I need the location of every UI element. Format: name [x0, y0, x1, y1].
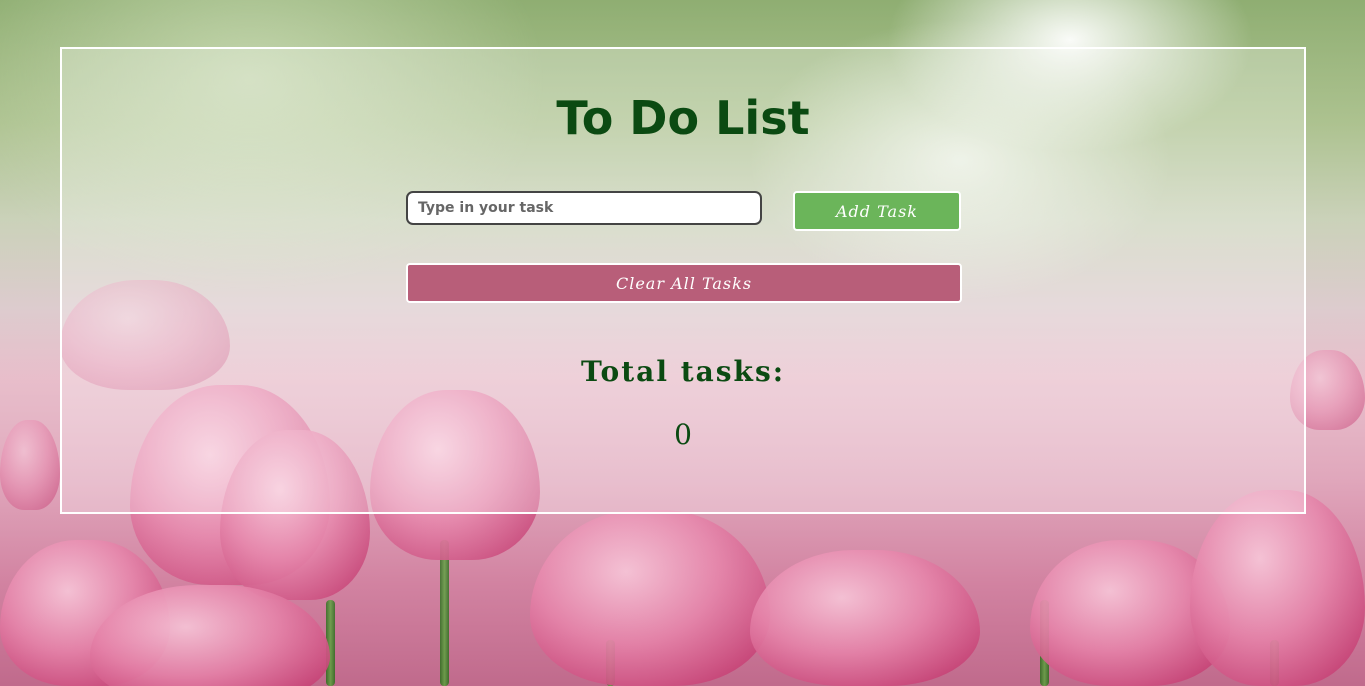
task-input[interactable]	[406, 191, 762, 225]
total-tasks-count: 0	[674, 418, 692, 451]
page-title: To Do List	[556, 91, 810, 145]
todo-panel: To Do List Add Task Clear All Tasks Tota…	[60, 47, 1306, 514]
total-tasks-label: Total tasks:	[580, 355, 786, 388]
add-task-button[interactable]: Add Task	[793, 191, 961, 231]
clear-all-tasks-button[interactable]: Clear All Tasks	[406, 263, 962, 303]
